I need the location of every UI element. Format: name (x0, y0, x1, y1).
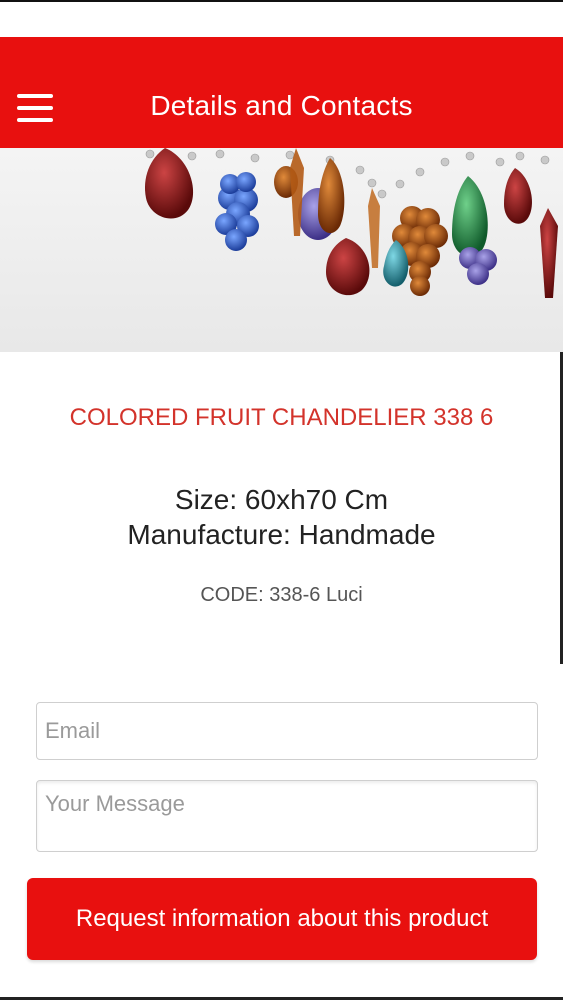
message-field[interactable] (36, 780, 538, 852)
email-field[interactable] (36, 702, 538, 760)
page-title: Details and Contacts (150, 90, 413, 121)
product-size: Size: 60xh70 Cm (174, 484, 389, 515)
product-code: CODE: 338-6 Luci (200, 584, 363, 606)
status-bar-area (0, 0, 563, 37)
app-bar: Details and Contacts (0, 37, 563, 148)
product-title: COLORED FRUIT CHANDELIER 338 6 (69, 404, 494, 431)
product-manufacture: Manufacture: Handmade (127, 519, 436, 550)
chandelier-image (144, 148, 558, 298)
product-image (0, 148, 563, 352)
request-info-button[interactable]: Request information about this product (27, 878, 537, 960)
